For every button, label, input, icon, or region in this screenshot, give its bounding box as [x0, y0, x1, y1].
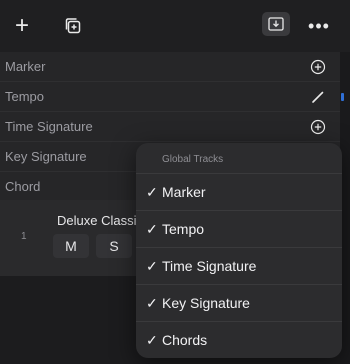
top-toolbar: + ••• [0, 0, 350, 52]
menu-item-tempo[interactable]: ✓ Tempo [136, 210, 342, 247]
menu-item-label: Chords [162, 332, 208, 348]
menu-item-label: Key Signature [162, 295, 250, 311]
track-number: 1 [21, 231, 27, 242]
tray-download-icon [268, 17, 284, 31]
duplicate-track-button[interactable] [60, 13, 86, 39]
app-window: + ••• Marker Tempo Time Signature Key Si… [0, 0, 350, 364]
add-marker-button[interactable] [308, 57, 328, 77]
global-tracks-button[interactable] [262, 12, 290, 36]
solo-button[interactable]: S [96, 234, 132, 258]
add-time-signature-button[interactable] [308, 117, 328, 137]
global-track-tempo[interactable]: Tempo [0, 82, 340, 112]
track-label: Chord [5, 179, 41, 194]
global-track-time-signature[interactable]: Time Signature [0, 112, 340, 142]
track-label: Marker [5, 59, 46, 74]
checkmark-icon: ✓ [146, 332, 158, 348]
add-track-button[interactable]: + [8, 12, 36, 40]
menu-title: Global Tracks [162, 154, 224, 165]
edit-tempo-button[interactable] [308, 87, 328, 107]
track-label: Tempo [5, 89, 45, 104]
track-label: Key Signature [5, 149, 87, 164]
menu-item-key-signature[interactable]: ✓ Key Signature [136, 284, 342, 321]
menu-item-label: Marker [162, 184, 206, 200]
menu-item-label: Time Signature [162, 258, 257, 274]
global-tracks-menu: Global Tracks ✓ Marker ✓ Tempo ✓ Time Si… [136, 143, 342, 358]
plus-circle-icon [310, 59, 326, 75]
global-track-marker[interactable]: Marker [0, 52, 340, 82]
track-label: Time Signature [5, 119, 93, 134]
track-name[interactable]: Deluxe Classi [57, 213, 136, 228]
checkmark-icon: ✓ [146, 221, 158, 237]
menu-item-marker[interactable]: ✓ Marker [136, 173, 342, 210]
menu-item-time-signature[interactable]: ✓ Time Signature [136, 247, 342, 284]
checkmark-icon: ✓ [146, 258, 158, 274]
pencil-icon [312, 91, 324, 103]
mute-button[interactable]: M [53, 234, 89, 258]
playhead-marker [341, 93, 344, 101]
duplicate-icon [65, 18, 81, 34]
menu-item-chords[interactable]: ✓ Chords [136, 321, 342, 358]
menu-item-label: Tempo [162, 221, 205, 237]
checkmark-icon: ✓ [146, 295, 158, 311]
checkmark-icon: ✓ [146, 184, 158, 200]
more-options-button[interactable]: ••• [305, 12, 333, 40]
plus-circle-icon [310, 119, 326, 135]
